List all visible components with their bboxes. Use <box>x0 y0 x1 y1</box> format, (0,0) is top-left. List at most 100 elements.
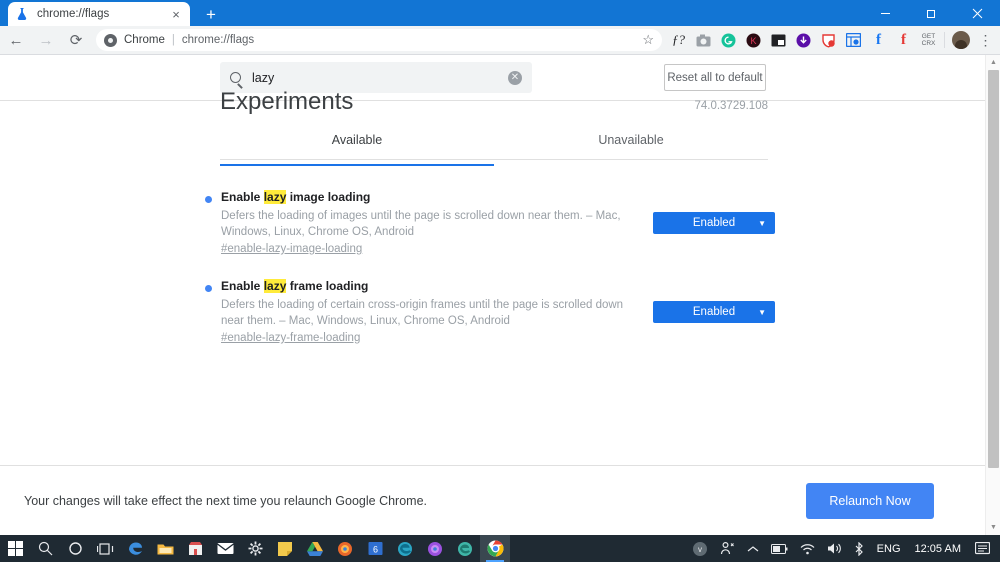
flag-state-dropdown[interactable]: Enabled ▼ <box>653 301 775 323</box>
get-crx-extension-icon[interactable]: GET CRX <box>916 28 941 53</box>
flag-body: Enable lazy frame loading Defers the loa… <box>221 279 641 344</box>
clock[interactable]: 12:05 AM <box>907 543 969 555</box>
flag-body: Enable lazy image loading Defers the loa… <box>221 190 641 255</box>
cortana-icon[interactable] <box>60 535 90 562</box>
flag-title: Enable lazy frame loading <box>221 279 641 293</box>
scroll-up-icon[interactable]: ▲ <box>986 55 1000 70</box>
flag-state-value: Enabled <box>692 217 736 229</box>
scrollbar-thumb[interactable] <box>988 70 999 468</box>
window-controls <box>862 0 1000 26</box>
flag-title: Enable lazy image loading <box>221 190 641 204</box>
scroll-down-icon[interactable]: ▼ <box>986 520 1000 535</box>
user-badge-icon[interactable]: v <box>686 535 714 562</box>
browser-tab[interactable]: chrome://flags × <box>8 2 190 26</box>
site-name: Chrome <box>124 34 165 46</box>
start-button[interactable] <box>0 535 30 562</box>
tab-title: chrome://flags <box>37 8 110 20</box>
address-bar-url: chrome://flags <box>181 34 255 46</box>
flags-list: Enable lazy image loading Defers the loa… <box>205 190 775 368</box>
task-view-icon[interactable] <box>90 535 120 562</box>
facebook-extension-icon[interactable]: f <box>866 28 891 53</box>
flag-item: Enable lazy image loading Defers the loa… <box>205 190 775 255</box>
forward-icon[interactable]: → <box>32 26 60 54</box>
edge-icon[interactable] <box>120 535 150 562</box>
adblock-extension-icon[interactable] <box>816 28 841 53</box>
windows-taskbar: 6 v ENG 12:05 AM <box>0 535 1000 562</box>
kickass-extension-icon[interactable]: K <box>741 28 766 53</box>
flag-status-dot <box>205 196 212 203</box>
grammarly-extension-icon[interactable] <box>716 28 741 53</box>
reload-icon[interactable]: ⟳ <box>62 26 90 54</box>
svg-text:K: K <box>750 36 756 46</box>
search-icon <box>230 72 241 83</box>
flag-title-before: Enable <box>221 190 264 204</box>
close-icon[interactable]: × <box>168 6 184 22</box>
people-icon[interactable] <box>714 535 741 562</box>
firefox-icon[interactable] <box>330 535 360 562</box>
battery-icon[interactable] <box>765 535 794 562</box>
flask-icon <box>14 6 30 22</box>
search-icon[interactable] <box>30 535 60 562</box>
flag-id-link[interactable]: #enable-lazy-image-loading <box>221 243 641 255</box>
bookmark-star-icon[interactable]: ☆ <box>642 32 654 48</box>
action-center-icon[interactable] <box>969 535 996 562</box>
chrome-icon[interactable] <box>480 535 510 562</box>
flag-item: Enable lazy frame loading Defers the loa… <box>205 279 775 344</box>
system-tray: v ENG 12:05 AM <box>686 535 1000 562</box>
google-drive-icon[interactable] <box>300 535 330 562</box>
sticky-notes-icon[interactable] <box>270 535 300 562</box>
svg-text:v: v <box>698 545 702 554</box>
omnibox-separator: | <box>171 34 175 46</box>
flag-state-dropdown[interactable]: Enabled ▼ <box>653 212 775 234</box>
calendar-icon[interactable]: 6 <box>360 535 390 562</box>
page-title: Experiments <box>220 88 354 115</box>
flag-title-before: Enable <box>221 279 264 293</box>
extension-icons: ƒ? K f f GET CRX ⋮ <box>666 28 1000 53</box>
browser-toolbar: ← → ⟳ Chrome | chrome://flags ☆ ƒ? K f f… <box>0 26 1000 55</box>
active-tab-indicator <box>220 164 494 166</box>
browser-window: chrome://flags × + ← → ⟳ Chrome | chrome… <box>0 0 1000 562</box>
flag-title-after: frame loading <box>286 279 369 293</box>
maximize-button[interactable] <box>908 0 954 26</box>
edge-chromium-icon[interactable] <box>390 535 420 562</box>
reset-all-to-default-button[interactable]: Reset all to default <box>664 64 766 91</box>
tab-available[interactable]: Available <box>220 133 494 159</box>
bluetooth-icon[interactable] <box>848 535 871 562</box>
flag-title-highlight: lazy <box>263 279 287 293</box>
facebook-alt-extension-icon[interactable]: f <box>891 28 916 53</box>
download-extension-icon[interactable] <box>791 28 816 53</box>
minimize-button[interactable] <box>862 0 908 26</box>
flag-description: Defers the loading of certain cross-orig… <box>221 299 624 327</box>
volume-icon[interactable] <box>821 535 848 562</box>
new-tab-button[interactable]: + <box>198 3 224 25</box>
camera-extension-icon[interactable] <box>691 28 716 53</box>
window-resizer-extension-icon[interactable] <box>841 28 866 53</box>
chrome-menu-icon[interactable]: ⋮ <box>973 28 998 53</box>
settings-icon[interactable] <box>240 535 270 562</box>
teams-icon[interactable] <box>450 535 480 562</box>
chrome-version: 74.0.3729.108 <box>694 100 768 112</box>
font-tool-extension-icon[interactable]: ƒ? <box>666 28 691 53</box>
file-explorer-icon[interactable] <box>150 535 180 562</box>
show-hidden-icons[interactable] <box>741 535 765 562</box>
flags-tabs: Available Unavailable <box>220 133 768 160</box>
search-input-value: lazy <box>252 70 275 85</box>
back-icon[interactable]: ← <box>2 26 30 54</box>
clear-search-icon[interactable]: ✕ <box>508 70 522 85</box>
wifi-icon[interactable] <box>794 535 821 562</box>
firefox-dev-icon[interactable] <box>420 535 450 562</box>
flag-id-link[interactable]: #enable-lazy-frame-loading <box>221 332 641 344</box>
mail-icon[interactable] <box>210 535 240 562</box>
chevron-down-icon: ▼ <box>758 307 766 317</box>
relaunch-now-button[interactable]: Relaunch Now <box>806 482 934 519</box>
language-indicator[interactable]: ENG <box>871 543 907 555</box>
avatar[interactable] <box>948 28 973 53</box>
toolbar-divider <box>944 32 945 48</box>
tab-unavailable[interactable]: Unavailable <box>494 133 768 159</box>
address-bar[interactable]: Chrome | chrome://flags ☆ <box>96 29 662 51</box>
close-button[interactable] <box>954 0 1000 26</box>
picture-in-picture-extension-icon[interactable] <box>766 28 791 53</box>
page-heading-row: Experiments 74.0.3729.108 <box>220 88 768 116</box>
page-scrollbar[interactable]: ▲ ▼ <box>985 55 1000 535</box>
microsoft-store-icon[interactable] <box>180 535 210 562</box>
